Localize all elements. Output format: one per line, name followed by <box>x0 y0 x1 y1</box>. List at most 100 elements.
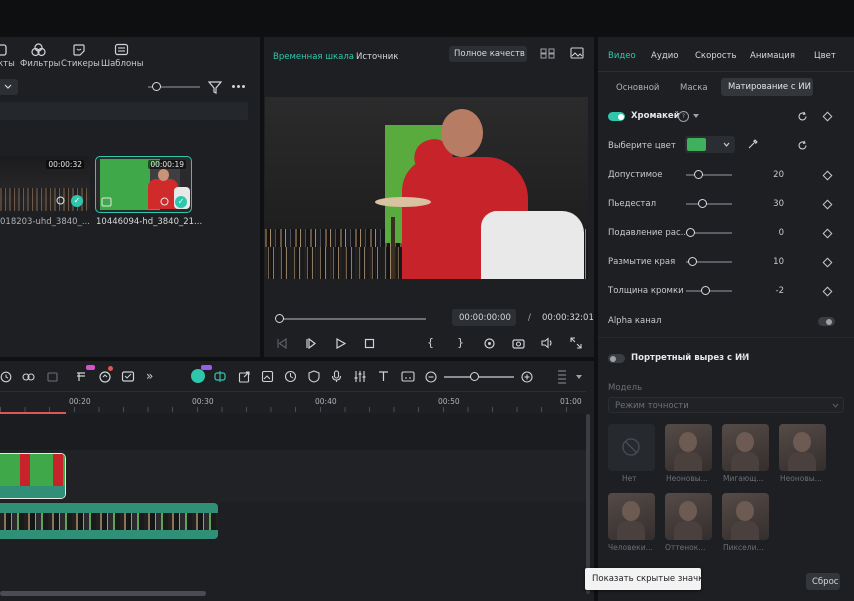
thumbnail-size-slider[interactable] <box>148 82 200 92</box>
edge-thickness-slider[interactable] <box>701 286 710 295</box>
playback-progress[interactable] <box>275 314 426 324</box>
media-toolbar-item-filters[interactable]: Фильтры <box>20 41 60 73</box>
pedestal-slider[interactable] <box>698 199 707 208</box>
alpha-channel-toggle[interactable] <box>818 317 835 326</box>
timeline-horizontal-scrollbar[interactable] <box>0 591 206 596</box>
mark-out-icon[interactable]: } <box>457 336 464 349</box>
reset-icon[interactable] <box>797 111 808 122</box>
zoom-slider[interactable] <box>444 372 514 382</box>
video-preview[interactable] <box>265 97 588 279</box>
reset-icon[interactable] <box>797 140 808 151</box>
timeline-background-clip[interactable] <box>0 503 218 539</box>
param-value[interactable]: 10 <box>754 257 784 267</box>
tab-source[interactable]: Источник <box>356 52 398 62</box>
keyframe-icon[interactable] <box>822 228 833 239</box>
keyframe-icon[interactable] <box>822 199 833 210</box>
edge-blur-slider[interactable] <box>688 257 697 266</box>
keyframe-icon[interactable] <box>822 286 833 297</box>
reset-button[interactable]: Сброс <box>806 573 840 590</box>
zoom-knob[interactable] <box>470 372 479 381</box>
more-tools-icon[interactable]: » <box>146 369 153 383</box>
painter-head <box>441 109 483 157</box>
camera-icon[interactable] <box>512 337 525 349</box>
ai-copilot-icon[interactable] <box>191 369 205 383</box>
filter-icon[interactable] <box>208 81 222 94</box>
layout-grid-icon[interactable] <box>540 48 555 59</box>
keyframe-icon[interactable] <box>822 170 833 181</box>
quality-dropdown[interactable]: Полное качеств <box>449 46 527 62</box>
media-toolbar-item-stickers[interactable]: Стикеры <box>61 41 100 73</box>
microphone-icon[interactable] <box>331 370 342 383</box>
timeline-video-clip[interactable] <box>0 453 66 499</box>
chevron-down-icon[interactable] <box>693 114 699 118</box>
media-clip[interactable]: 00:00:32 ✓ <box>0 156 90 211</box>
eyedropper-icon[interactable] <box>748 139 758 149</box>
param-value[interactable]: -2 <box>754 286 784 296</box>
subtab-mask[interactable]: Маска <box>680 83 708 93</box>
more-options-icon[interactable] <box>232 85 246 89</box>
thumbnail-size-knob[interactable] <box>152 82 161 91</box>
media-toolbar-item-effects[interactable]: кты <box>0 41 15 73</box>
tab-speed[interactable]: Скорость <box>695 51 737 61</box>
keyframe-icon[interactable] <box>822 111 833 122</box>
tab-audio[interactable]: Аудио <box>651 51 678 61</box>
portrait-cutout-toggle[interactable] <box>608 354 625 363</box>
image-edit-icon[interactable] <box>261 370 274 383</box>
zoom-out-icon[interactable] <box>425 371 437 383</box>
tooltip: Показать скрытые значки <box>585 568 709 590</box>
snapshot-image-icon[interactable] <box>570 47 584 59</box>
chevron-down-icon[interactable] <box>741 356 747 360</box>
speed-ramp-icon[interactable] <box>284 370 297 383</box>
export-clip-icon[interactable] <box>238 370 251 383</box>
timeline-vertical-scrollbar[interactable] <box>586 414 590 594</box>
ai-effect-icon[interactable] <box>98 370 112 384</box>
param-value[interactable]: 30 <box>754 199 784 209</box>
ai-tracking-icon[interactable] <box>213 370 227 383</box>
clip-duration: 00:00:32 <box>46 160 84 169</box>
chevron-down-icon[interactable] <box>576 375 582 379</box>
text-to-speech-icon[interactable] <box>377 370 390 383</box>
folder-dropdown[interactable] <box>0 79 18 95</box>
stop-icon[interactable] <box>364 338 375 349</box>
tab-timeline[interactable]: Временная шкала <box>273 52 354 62</box>
play-icon[interactable] <box>335 338 346 349</box>
zoom-in-icon[interactable] <box>521 371 533 383</box>
tooltip-text: Показать скрытые значки <box>592 574 709 584</box>
preset-thumb <box>722 493 769 540</box>
auto-caption-icon[interactable] <box>75 370 89 383</box>
previous-frame-icon[interactable] <box>276 338 287 349</box>
paint-palette <box>375 197 431 207</box>
audio-mixer-icon[interactable] <box>353 370 367 383</box>
help-icon[interactable]: ? <box>678 111 689 122</box>
keyframe-icon[interactable] <box>822 257 833 268</box>
detach-icon[interactable] <box>46 371 59 383</box>
tab-video[interactable]: Видео <box>608 51 636 61</box>
tab-color[interactable]: Цвет <box>814 51 836 61</box>
drag-handle-icon[interactable] <box>558 370 566 384</box>
mask-shield-icon[interactable] <box>308 370 320 383</box>
param-value[interactable]: 20 <box>754 170 784 180</box>
subtab-basic[interactable]: Основной <box>616 83 659 93</box>
unlink-icon[interactable] <box>22 371 35 383</box>
volume-icon[interactable] <box>541 337 554 349</box>
tolerance-slider[interactable] <box>694 170 703 179</box>
param-value[interactable]: 0 <box>754 228 784 238</box>
tab-animation[interactable]: Анимация <box>750 51 795 61</box>
search-bar[interactable] <box>0 102 248 120</box>
step-forward-icon[interactable] <box>305 338 316 349</box>
playhead-knob[interactable] <box>275 314 284 323</box>
subtitle-icon[interactable] <box>401 370 415 383</box>
timeline-ruler[interactable]: 00:20 00:30 00:40 00:50 01:00 <box>0 391 586 414</box>
clock-icon[interactable] <box>0 371 12 383</box>
fullscreen-icon[interactable] <box>570 337 582 349</box>
chroma-key-toggle[interactable] <box>608 112 625 121</box>
mark-in-icon[interactable]: { <box>427 336 434 349</box>
media-clip[interactable]: 00:00:19 ✓ <box>95 156 192 213</box>
subtab-ai-matting[interactable]: Матирование с ИИ <box>721 78 813 96</box>
preset-label: Неоновы... <box>666 474 708 483</box>
render-settings-icon[interactable] <box>483 337 496 350</box>
spill-suppression-slider[interactable] <box>686 228 695 237</box>
screen-record-icon[interactable] <box>121 370 135 383</box>
media-toolbar-item-templates[interactable]: Шаблоны <box>101 41 143 73</box>
key-color-picker[interactable] <box>685 136 735 153</box>
